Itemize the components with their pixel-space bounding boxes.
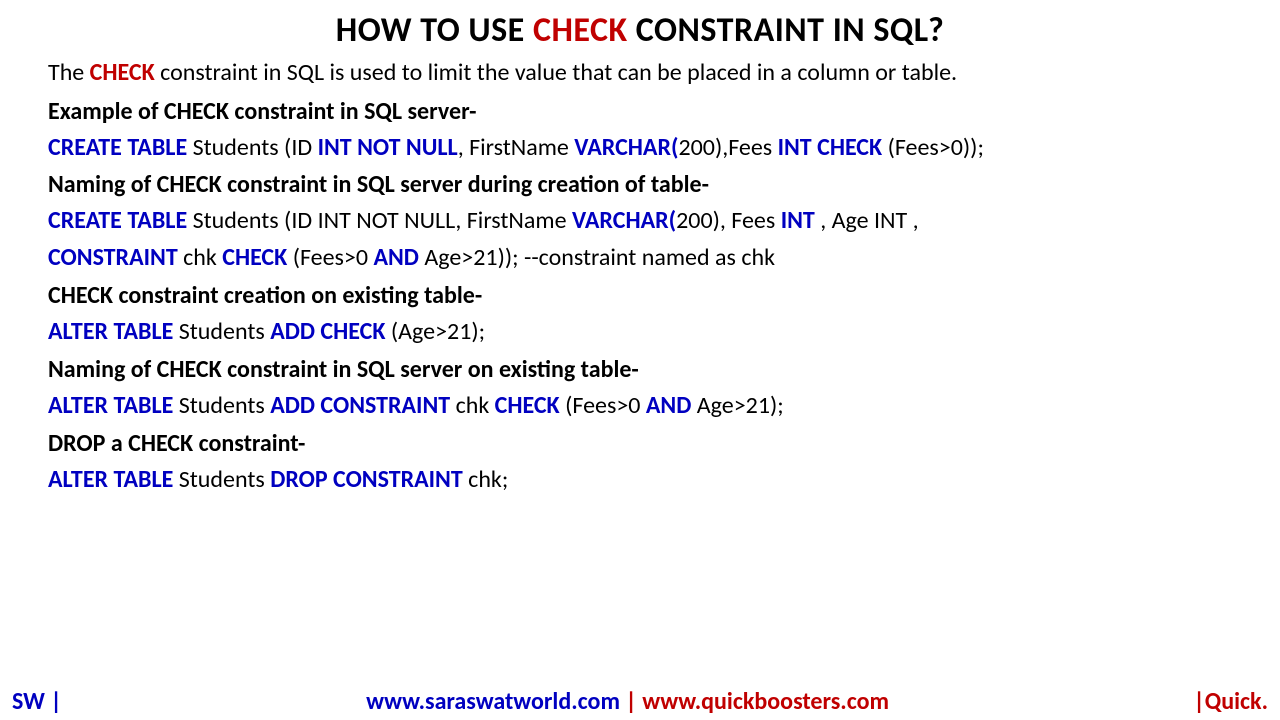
kw: CREATE TABLE: [48, 133, 193, 162]
txt: Age>21)); --constraint named as chk: [424, 243, 775, 272]
intro-keyword: CHECK: [90, 58, 155, 87]
kw: ALTER TABLE: [48, 465, 179, 494]
footer-url-2: www.quickboosters.com: [642, 687, 889, 716]
code-block-5: ALTER TABLE Students DROP CONSTRAINT chk…: [48, 466, 1232, 495]
footer: SW | www.saraswatworld.com | www.quickbo…: [0, 687, 1280, 716]
txt: (Fees>0: [565, 391, 646, 420]
kw: CONSTRAINT: [48, 243, 183, 272]
kw: INT CHECK: [778, 133, 888, 162]
kw: ADD CHECK: [270, 317, 391, 346]
txt: 200), Fees: [676, 206, 781, 235]
code-block-2a: CREATE TABLE Students (ID INT NOT NULL, …: [48, 207, 1232, 236]
title-highlight: CHECK: [533, 10, 628, 51]
kw: CHECK: [495, 391, 565, 420]
txt: 200),Fees: [678, 133, 777, 162]
kw: INT NOT NULL: [318, 133, 458, 162]
title-post: CONSTRAINT IN SQL?: [628, 10, 945, 51]
txt: Students: [179, 317, 270, 346]
footer-pipe: |: [625, 687, 642, 716]
section-heading-2: Naming of CHECK constraint in SQL server…: [48, 170, 1232, 199]
txt: chk: [183, 243, 222, 272]
section-heading-3: CHECK constraint creation on existing ta…: [48, 281, 1232, 310]
kw: ALTER TABLE: [48, 317, 179, 346]
code-block-4: ALTER TABLE Students ADD CONSTRAINT chk …: [48, 392, 1232, 421]
footer-left: SW |: [12, 687, 62, 716]
kw: ALTER TABLE: [48, 391, 179, 420]
footer-center: www.saraswatworld.com | www.quickbooster…: [62, 687, 1194, 716]
footer-right: |Quick.: [1193, 687, 1268, 716]
footer-url-1: www.saraswatworld.com: [366, 687, 625, 716]
txt: (Fees>0));: [888, 133, 984, 162]
txt: Students: [179, 465, 270, 494]
txt: chk: [456, 391, 495, 420]
txt: , Age INT ,: [820, 206, 918, 235]
kw: INT: [781, 206, 821, 235]
title-pre: HOW TO USE: [336, 10, 533, 51]
txt: Students: [179, 391, 270, 420]
txt: , FirstName: [458, 133, 575, 162]
kw: CHECK: [222, 243, 292, 272]
txt: Students (ID INT NOT NULL, FirstName: [193, 206, 572, 235]
kw: DROP CONSTRAINT: [270, 465, 468, 494]
code-block-2b: CONSTRAINT chk CHECK (Fees>0 AND Age>21)…: [48, 244, 1232, 273]
intro-paragraph: The CHECK constraint in SQL is used to l…: [48, 59, 1232, 87]
kw: VARCHAR(: [574, 133, 678, 162]
page-title: HOW TO USE CHECK CONSTRAINT IN SQL?: [48, 10, 1232, 51]
kw: VARCHAR(: [572, 206, 676, 235]
txt: (Age>21);: [391, 317, 485, 346]
kw: AND: [373, 243, 424, 272]
kw: ADD CONSTRAINT: [270, 391, 455, 420]
code-block-1: CREATE TABLE Students (ID INT NOT NULL, …: [48, 134, 1232, 163]
section-heading-5: DROP a CHECK constraint-: [48, 429, 1232, 458]
txt: (Fees>0: [293, 243, 374, 272]
code-block-3: ALTER TABLE Students ADD CHECK (Age>21);: [48, 318, 1232, 347]
txt: Age>21);: [697, 391, 784, 420]
txt: Students (ID: [193, 133, 318, 162]
kw: CREATE TABLE: [48, 206, 193, 235]
section-heading-4: Naming of CHECK constraint in SQL server…: [48, 355, 1232, 384]
section-heading-1: Example of CHECK constraint in SQL serve…: [48, 97, 1232, 126]
kw: AND: [646, 391, 697, 420]
intro-pre: The: [48, 58, 90, 87]
txt: chk;: [468, 465, 508, 494]
intro-post: constraint in SQL is used to limit the v…: [155, 58, 957, 87]
